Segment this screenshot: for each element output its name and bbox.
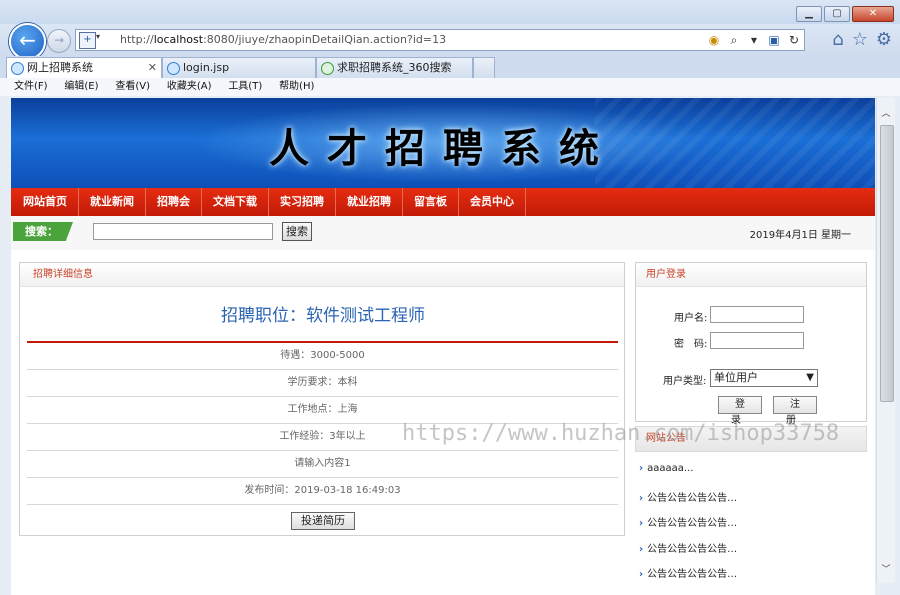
login-panel: 用户登录 用户名: 密 码: 用户类型: 单位用户 ▼ 登录 注册 (635, 262, 867, 426)
maximize-button[interactable]: ▢ (824, 6, 850, 22)
user-type-select[interactable]: 单位用户 ▼ (710, 369, 818, 387)
notice-item[interactable]: 公告公告公告公告… (639, 514, 737, 529)
user-type-label: 用户类型: (663, 376, 707, 387)
menu-help[interactable]: 帮助(H) (279, 78, 314, 96)
window-controls: ▁ ▢ ✕ (796, 6, 894, 22)
nav-home[interactable]: 网站首页 (11, 188, 79, 216)
browser-navbar: ← → + ▾ http://localhost:8080/jiuye/zhao… (0, 23, 900, 60)
new-tab-button[interactable] (473, 57, 495, 78)
search-icon[interactable]: ⌕ (726, 31, 742, 49)
search-input[interactable] (93, 223, 273, 240)
login-title: 用户登录 (636, 263, 866, 287)
detail-salary: 待遇：3000-5000 (27, 343, 618, 370)
nav-news[interactable]: 就业新闻 (79, 188, 146, 216)
banner-title: 人才招聘系统 (269, 125, 617, 172)
home-icon[interactable]: ⌂ (832, 29, 843, 50)
menu-file[interactable]: 文件(F) (14, 78, 48, 96)
ie-page-icon (167, 62, 180, 75)
compat-view-icon[interactable]: ◉ (706, 31, 722, 49)
window-titlebar: ▁ ▢ ✕ (0, 0, 900, 24)
search-label: 搜索： (13, 222, 73, 241)
main-nav: 网站首页 就业新闻 招聘会 文档下载 实习招聘 就业招聘 留言板 会员中心 (11, 188, 875, 216)
close-tab-icon[interactable]: ✕ (148, 58, 157, 78)
tab-label: login.jsp (183, 61, 230, 74)
menu-tools[interactable]: 工具(T) (228, 78, 262, 96)
web-page: 人才招聘系统 网站首页 就业新闻 招聘会 文档下载 实习招聘 就业招聘 留言板 会员中心 搜索… (11, 98, 875, 595)
search-bar: 搜索： 搜索 2019年4月1日 星期一 (11, 216, 875, 250)
scroll-up-icon[interactable]: ︿ (877, 106, 895, 122)
address-bar[interactable]: + ▾ http://localhost:8080/jiuye/zhaopinD… (75, 29, 805, 51)
minimize-button[interactable]: ▁ (796, 6, 822, 22)
gear-icon[interactable]: ⚙ (876, 29, 892, 50)
site-compat-icon[interactable]: + (79, 32, 96, 49)
username-input[interactable] (710, 306, 804, 323)
menu-bar: 文件(F) 编辑(E) 查看(V) 收藏夹(A) 工具(T) 帮助(H) (0, 78, 900, 97)
nav-member-center[interactable]: 会员中心 (459, 188, 526, 216)
detail-location: 工作地点：上海 (27, 397, 618, 424)
tab-360-search[interactable]: 求职招聘系统_360搜索 (316, 57, 473, 78)
job-detail-panel: 招聘详细信息 招聘职位：软件测试工程师 待遇：3000-5000 学历要求：本科… (19, 262, 625, 536)
search-button[interactable]: 搜索 (282, 222, 312, 241)
notice-item[interactable]: aaaaaa... (639, 463, 693, 474)
tab-label: 求职招聘系统_360搜索 (337, 61, 452, 74)
close-window-button[interactable]: ✕ (852, 6, 894, 22)
address-url[interactable]: http://localhost:8080/jiuye/zhaopinDetai… (120, 33, 446, 46)
favorites-star-icon[interactable]: ☆ (852, 29, 868, 50)
menu-favorites[interactable]: 收藏夹(A) (167, 78, 212, 96)
dropdown-icon[interactable]: ▾ (746, 31, 762, 49)
menu-edit[interactable]: 编辑(E) (64, 78, 98, 96)
password-input[interactable] (710, 332, 804, 349)
detail-content: 请输入内容1 (27, 451, 618, 478)
ie-page-icon (11, 62, 24, 75)
browser-tools: ⌂ ☆ ⚙ (832, 29, 892, 50)
site-banner: 人才招聘系统 (11, 98, 875, 188)
detail-education: 学历要求：本科 (27, 370, 618, 397)
password-label: 密 码: (674, 339, 708, 350)
scroll-down-icon[interactable]: ﹀ (877, 562, 895, 578)
nav-job-fair[interactable]: 招聘会 (146, 188, 202, 216)
tab-bar: 网上招聘系统 ✕ login.jsp 求职招聘系统_360搜索 (0, 56, 900, 79)
notice-item[interactable]: 公告公告公告公告… (639, 540, 737, 555)
nav-internship[interactable]: 实习招聘 (269, 188, 336, 216)
nav-downloads[interactable]: 文档下载 (202, 188, 269, 216)
360-search-icon (321, 62, 334, 75)
username-label: 用户名: (674, 313, 708, 324)
address-actions: ◉ ⌕ ▾ ▣ ↻ (706, 31, 802, 49)
nav-employment[interactable]: 就业招聘 (336, 188, 403, 216)
user-type-value: 单位用户 (714, 371, 758, 384)
login-button[interactable]: 登录 (718, 396, 762, 426)
notice-panel: 网站公告 aaaaaa... 公告公告公告公告… 公告公告公告公告… 公告公告公… (635, 426, 867, 595)
apply-resume-button[interactable]: 投递简历 (291, 512, 355, 530)
notice-item[interactable]: 公告公告公告公告… (639, 489, 737, 504)
back-arrow-icon: ← (19, 28, 36, 52)
page-scrollbar[interactable]: ︿ ﹀ (876, 98, 895, 583)
nav-guestbook[interactable]: 留言板 (403, 188, 459, 216)
chevron-down-icon[interactable]: ▾ (96, 32, 100, 41)
watermark-text: https://www.huzhan.com/ishop33758 (402, 421, 840, 446)
scroll-thumb[interactable] (880, 125, 894, 402)
forward-arrow-icon: → (53, 33, 65, 47)
detail-publish-time: 发布时间：2019-03-18 16:49:03 (27, 478, 618, 505)
image-icon[interactable]: ▣ (766, 31, 782, 49)
panel-title: 招聘详细信息 (20, 263, 624, 287)
refresh-icon[interactable]: ↻ (786, 31, 802, 49)
notice-item[interactable]: 公告公告公告公告… (639, 565, 737, 580)
tab-login-jsp[interactable]: login.jsp (162, 57, 316, 78)
tab-recruit-system[interactable]: 网上招聘系统 ✕ (6, 57, 162, 78)
tab-label: 网上招聘系统 (27, 61, 93, 74)
forward-button[interactable]: → (47, 29, 71, 53)
register-button[interactable]: 注册 (773, 396, 817, 426)
back-button[interactable]: ← (9, 23, 46, 60)
job-title: 招聘职位：软件测试工程师 (221, 306, 425, 326)
chevron-down-icon: ▼ (806, 372, 814, 383)
menu-view[interactable]: 查看(V) (115, 78, 150, 96)
current-date: 2019年4月1日 星期一 (749, 230, 851, 241)
